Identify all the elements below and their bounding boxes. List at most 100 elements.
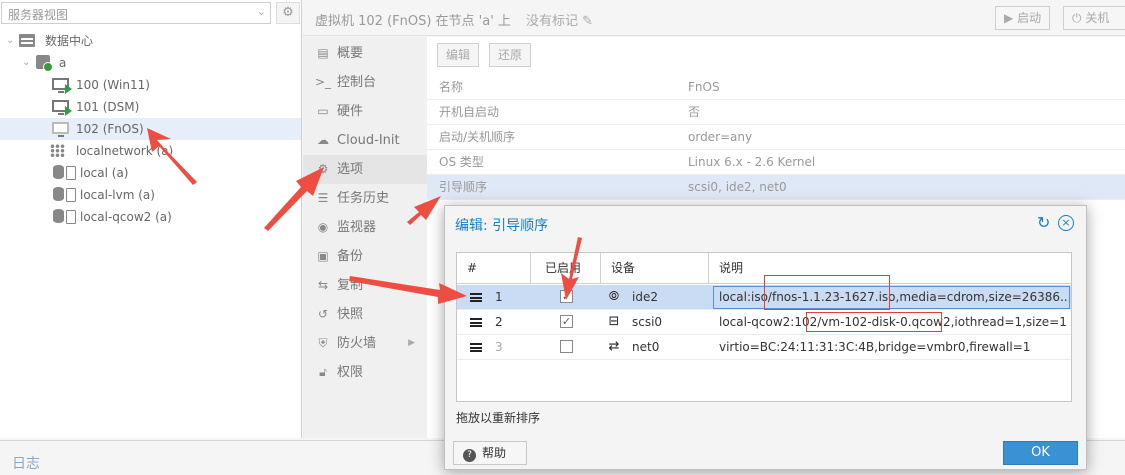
tree-item-node[interactable]: ⌄ a xyxy=(0,52,301,74)
node-icon xyxy=(36,55,54,72)
shield-icon: ⛨ xyxy=(318,336,328,350)
vm-subnav: ▤ 概要 >_ 控制台 ▭ 硬件 ☁ Cloud-Init ⚙ 选项 ☰ 任务历史 ◉ 监视器… xyxy=(303,37,427,438)
gear-icon[interactable]: ⚙ xyxy=(276,2,300,24)
options-row[interactable]: 开机自启动 否 xyxy=(427,100,1125,125)
reset-icon[interactable]: ↻ xyxy=(1037,213,1050,232)
cdrom-icon: ⦾ xyxy=(608,289,620,304)
shutdown-button[interactable]: ⏻ 关机 xyxy=(1063,6,1125,30)
column-header-device[interactable]: 设备 xyxy=(601,253,709,284)
boot-row[interactable]: 2 ✓ ⊟ scsi0 local-qcow2:102/vm-102-disk-… xyxy=(457,310,1071,335)
drag-handle-icon[interactable] xyxy=(470,318,482,327)
drag-handle-icon[interactable] xyxy=(470,293,482,302)
option-value: 否 xyxy=(688,105,701,119)
nav-summary[interactable]: ▤ 概要 xyxy=(303,39,427,68)
nav-backup[interactable]: ▣ 备份 xyxy=(303,242,427,271)
boot-order-number: 3 xyxy=(495,340,503,354)
options-row-selected[interactable]: 引导顺序 scsi0, ide2, net0 xyxy=(427,175,1125,200)
nav-label: 硬件 xyxy=(337,104,364,119)
history-icon: ↺ xyxy=(317,307,329,321)
tree-item-datacenter[interactable]: ⌄ 数据中心 xyxy=(0,30,301,52)
nav-label: 监视器 xyxy=(337,220,377,235)
tree-item-vm[interactable]: 100 (Win11) xyxy=(0,74,301,96)
terminal-icon: >_ xyxy=(315,75,332,89)
device-description: local:iso/fnos-1.1.23-1627.iso,media=cdr… xyxy=(713,286,1070,309)
help-button[interactable]: ? 帮助 xyxy=(453,441,527,465)
option-key: 引导顺序 xyxy=(439,180,488,194)
nav-snapshots[interactable]: ↺ 快照 xyxy=(303,300,427,329)
nav-options[interactable]: ⚙ 选项 xyxy=(303,155,427,184)
revert-button[interactable]: 还原 xyxy=(489,43,532,67)
drag-handle-icon[interactable] xyxy=(470,343,482,352)
network-icon: ⇄ xyxy=(608,339,620,354)
edit-button[interactable]: 编辑 xyxy=(437,43,480,67)
option-key: 启动/关机顺序 xyxy=(439,130,516,144)
power-icon: ⏻ xyxy=(1072,11,1082,25)
tags-edit[interactable]: 没有标记 ✎ xyxy=(526,10,593,29)
play-icon: ▶ xyxy=(1004,11,1014,25)
unlock-icon: 🔓︎ xyxy=(319,365,327,379)
tree-item-label: local (a) xyxy=(80,166,129,180)
column-header-enabled[interactable]: 已启用 xyxy=(531,253,601,284)
start-label: 启动 xyxy=(1017,11,1042,25)
nav-replication[interactable]: ⇆ 复制 xyxy=(303,271,427,300)
eye-icon: ◉ xyxy=(317,220,329,234)
tree-item-label: a xyxy=(59,56,67,70)
tree-item-vm-selected[interactable]: 102 (FnOS) xyxy=(0,118,301,140)
options-row[interactable]: 名称 FnOS xyxy=(427,75,1125,100)
grid-header: # 已启用 设备 说明 xyxy=(457,253,1071,284)
book-icon: ▤ xyxy=(317,46,329,60)
tree-item-label: 101 (DSM) xyxy=(76,100,140,114)
tree-item-storage[interactable]: local-qcow2 (a) xyxy=(0,206,301,228)
options-row[interactable]: 启动/关机顺序 order=any xyxy=(427,125,1125,150)
ok-button[interactable]: OK xyxy=(1003,441,1078,465)
log-label: 日志 xyxy=(12,456,40,472)
close-icon[interactable]: × xyxy=(1058,215,1074,231)
nav-monitor[interactable]: ◉ 监视器 xyxy=(303,213,427,242)
option-key: 名称 xyxy=(439,80,464,94)
drag-hint: 拖放以重新排序 xyxy=(456,411,541,425)
column-header-description[interactable]: 说明 xyxy=(709,253,1071,284)
tree-item-label: local-qcow2 (a) xyxy=(80,210,172,224)
enabled-checkbox[interactable] xyxy=(560,340,573,353)
tree-item-storage[interactable]: local-lvm (a) xyxy=(0,184,301,206)
nav-firewall[interactable]: ⛨ 防火墙 ▶ xyxy=(303,329,427,358)
device-description: virtio=BC:24:11:31:3C:4B,bridge=vmbr0,fi… xyxy=(719,340,1031,354)
options-row[interactable]: OS 类型 Linux 6.x - 2.6 Kernel xyxy=(427,150,1125,175)
nav-label: 任务历史 xyxy=(337,191,390,206)
nav-hardware[interactable]: ▭ 硬件 xyxy=(303,97,427,126)
boot-row[interactable]: 1 ✓ ⦾ ide2 local:iso/fnos-1.1.23-1627.is… xyxy=(457,285,1071,310)
nav-label: 快照 xyxy=(337,307,364,322)
collapse-icon[interactable]: ⌄ xyxy=(6,30,18,52)
enabled-checkbox[interactable]: ✓ xyxy=(560,315,573,328)
nav-task-history[interactable]: ☰ 任务历史 xyxy=(303,184,427,213)
option-key: 开机自启动 xyxy=(439,105,500,119)
dialog-title: 编辑: 引导顺序 xyxy=(455,218,549,234)
tree-item-sdn[interactable]: localnetwork (a) xyxy=(0,140,301,162)
vm-running-icon xyxy=(52,77,72,94)
tree-item-storage[interactable]: local (a) xyxy=(0,162,301,184)
nav-console[interactable]: >_ 控制台 xyxy=(303,68,427,97)
page-title: 虚拟机 102 (FnOS) 在节点 'a' 上 xyxy=(315,14,511,29)
view-select[interactable]: 服务器视图 ⌄ xyxy=(1,2,271,24)
tree-item-vm[interactable]: 101 (DSM) xyxy=(0,96,301,118)
chevron-down-icon: ⌄ xyxy=(256,5,266,18)
column-header-order[interactable]: # xyxy=(457,253,531,284)
pencil-icon: ✎ xyxy=(582,14,594,29)
nav-cloud-init[interactable]: ☁ Cloud-Init xyxy=(303,126,427,155)
vm-stopped-icon xyxy=(52,121,70,137)
help-label: 帮助 xyxy=(482,446,507,460)
resource-tree-panel: 服务器视图 ⌄ ⚙ ⌄ 数据中心 ⌄ a 100 (Win11) 101 (DS… xyxy=(0,0,302,438)
tags-label: 没有标记 xyxy=(526,14,579,29)
shutdown-label: 关机 xyxy=(1085,11,1110,25)
device-name: net0 xyxy=(632,340,660,354)
start-button[interactable]: ▶ 启动 xyxy=(995,6,1051,30)
option-value: FnOS xyxy=(688,80,720,94)
vm-running-icon xyxy=(52,99,72,116)
nav-label: 选项 xyxy=(337,162,364,177)
boot-row[interactable]: 3 ⇄ net0 virtio=BC:24:11:31:3C:4B,bridge… xyxy=(457,335,1071,360)
collapse-icon[interactable]: ⌄ xyxy=(22,52,34,74)
nav-permissions[interactable]: 🔓︎ 权限 xyxy=(303,358,427,387)
network-grid-icon xyxy=(50,143,68,159)
floppy-icon: ▣ xyxy=(317,249,329,263)
enabled-checkbox[interactable]: ✓ xyxy=(560,290,573,303)
